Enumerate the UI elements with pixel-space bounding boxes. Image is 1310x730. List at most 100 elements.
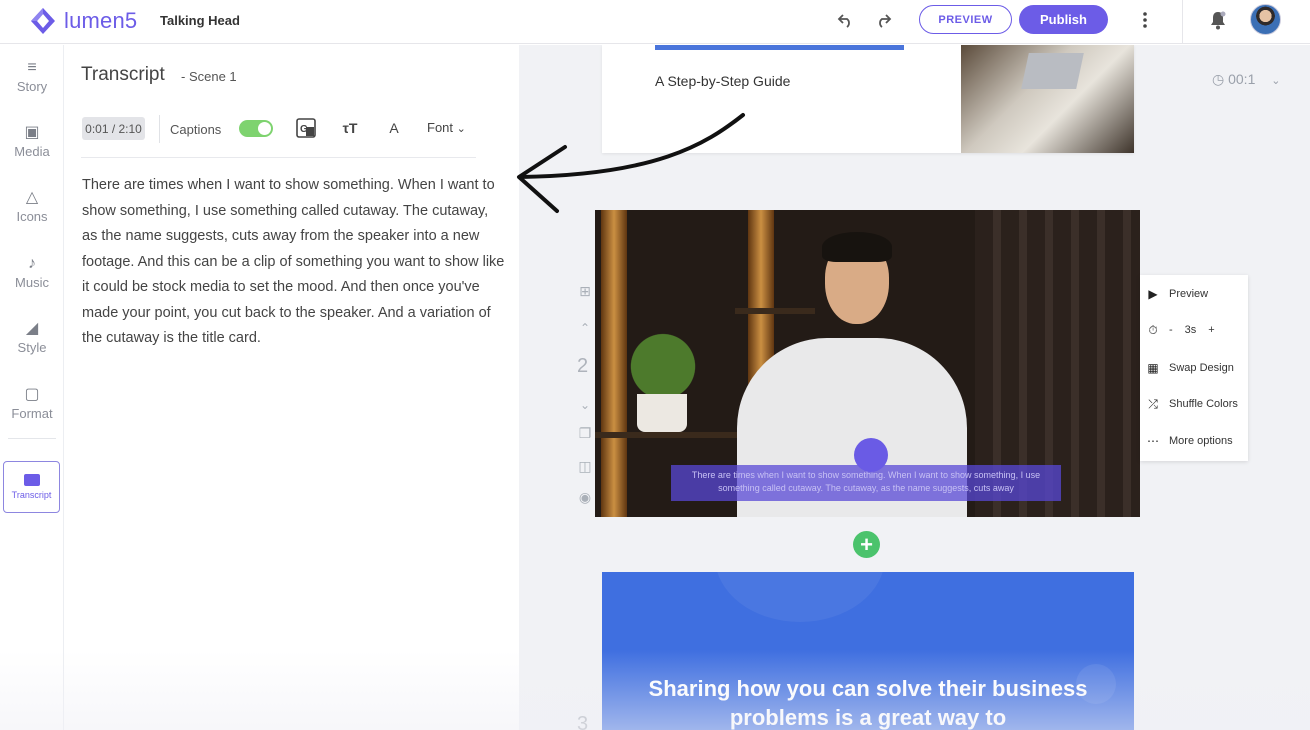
add-media-icon[interactable]: ⊞ bbox=[575, 283, 595, 300]
transcript-toolbar: 0:01 / 2:10 Captions G τT A Font ⌄ bbox=[81, 105, 491, 153]
move-down-icon[interactable]: ⌄ bbox=[575, 398, 595, 412]
notifications-button[interactable] bbox=[1207, 8, 1229, 32]
panel-title: Transcript bbox=[81, 64, 165, 85]
shelf bbox=[735, 308, 815, 314]
left-rail: ≡ Story ▣ Media △ Icons ♪ Music ◢ Style … bbox=[0, 45, 64, 730]
settings-icon[interactable]: ◉ bbox=[575, 489, 595, 506]
annotation-arrow-icon bbox=[517, 113, 745, 213]
scene-2-video[interactable]: There are times when I want to show some… bbox=[595, 210, 1140, 517]
duplicate-icon[interactable]: ❐ bbox=[575, 425, 595, 442]
clock-icon: ◷ bbox=[1212, 71, 1225, 87]
rail-item-media[interactable]: ▣ Media bbox=[0, 114, 64, 169]
undo-icon bbox=[837, 14, 850, 28]
rail-item-label: Media bbox=[14, 143, 50, 159]
cursor-indicator bbox=[854, 438, 888, 472]
decorative-circle bbox=[715, 572, 885, 622]
toolbar-underline bbox=[81, 157, 476, 158]
duration-minus-button[interactable]: - bbox=[1169, 324, 1173, 336]
style-icon: ◢ bbox=[25, 319, 39, 337]
transcript-text[interactable]: There are times when I want to show some… bbox=[82, 173, 507, 352]
shuffle-icon: ⤮ bbox=[1148, 396, 1158, 411]
transcript-icon bbox=[23, 474, 40, 486]
time-display: 0:01 / 2:10 bbox=[82, 117, 145, 140]
bell-icon bbox=[1211, 11, 1226, 30]
lumen5-logo-icon bbox=[31, 8, 55, 34]
transcript-panel: Transcript - Scene 1 0:01 / 2:10 Caption… bbox=[65, 45, 519, 730]
toolbar-divider bbox=[159, 115, 160, 143]
move-up-icon[interactable]: ⌃ bbox=[575, 321, 595, 335]
rail-divider bbox=[8, 438, 56, 439]
rail-item-music[interactable]: ♪ Music bbox=[0, 245, 64, 300]
rail-item-label: Icons bbox=[16, 208, 48, 224]
timecode-value: 00:1 bbox=[1228, 71, 1256, 87]
preview-menu-item[interactable]: ▶ Preview bbox=[1143, 283, 1247, 305]
text-size-icon: τT bbox=[342, 120, 358, 136]
format-icon: ▢ bbox=[24, 385, 40, 403]
menu-label: More options bbox=[1169, 435, 1233, 447]
captions-label: Captions bbox=[170, 122, 222, 137]
scene-number: 3 bbox=[577, 713, 589, 730]
stopwatch-icon: ⏱ bbox=[1148, 322, 1158, 337]
scene-1-accent-bar bbox=[655, 45, 904, 50]
rail-item-format[interactable]: ▢ Format bbox=[0, 376, 64, 431]
shelf bbox=[595, 432, 760, 438]
delete-icon[interactable]: ◫ bbox=[575, 458, 595, 475]
top-bar: lumen5 Talking Head PREVIEW Publish bbox=[0, 0, 1310, 44]
app-name: lumen5 bbox=[64, 8, 138, 33]
undo-button[interactable] bbox=[835, 9, 857, 31]
rail-item-style[interactable]: ◢ Style bbox=[0, 310, 64, 365]
chevron-down-icon: ⌄ bbox=[1271, 75, 1281, 87]
rail-item-icons[interactable]: △ Icons bbox=[0, 179, 64, 234]
more-vertical-icon bbox=[1143, 12, 1147, 28]
preview-button[interactable]: PREVIEW bbox=[919, 5, 1012, 34]
panel-subtitle: - Scene 1 bbox=[181, 69, 237, 84]
icons-icon: △ bbox=[25, 188, 39, 206]
scene-context-menu: ▶ Preview ⏱ - 3s + ▦ Swap Design ⤮ Shuff… bbox=[1140, 275, 1248, 461]
rail-item-label: Story bbox=[16, 78, 48, 94]
scene-3-card[interactable]: Sharing how you can solve their business… bbox=[602, 572, 1134, 730]
scene-timecode[interactable]: ◷ 00:1 ⌄ bbox=[1212, 71, 1280, 88]
scene-number: 2 bbox=[577, 355, 589, 377]
translate-button[interactable]: G bbox=[295, 117, 317, 139]
more-options-menu-item[interactable]: ⋯ More options bbox=[1143, 430, 1247, 452]
topbar-divider bbox=[1182, 0, 1183, 44]
font-dropdown-label: Font bbox=[427, 120, 454, 135]
redo-icon bbox=[879, 14, 892, 28]
rail-item-label: Music bbox=[15, 274, 49, 290]
user-avatar[interactable] bbox=[1250, 4, 1281, 35]
lumen5-logo[interactable]: lumen5 bbox=[28, 6, 137, 36]
speaker-hair bbox=[822, 232, 892, 262]
plus-icon: + bbox=[860, 531, 873, 557]
redo-button[interactable] bbox=[872, 9, 894, 31]
more-horizontal-icon: ⋯ bbox=[1147, 434, 1159, 448]
text-size-button[interactable]: τT bbox=[339, 117, 361, 139]
plant-pot bbox=[637, 394, 687, 432]
menu-label: Preview bbox=[1169, 288, 1209, 300]
text-color-button[interactable]: A bbox=[383, 117, 405, 139]
captions-toggle[interactable] bbox=[239, 120, 273, 137]
shuffle-colors-menu-item[interactable]: ⤮ Shuffle Colors bbox=[1143, 393, 1247, 415]
media-icon: ▣ bbox=[24, 123, 40, 141]
project-title[interactable]: Talking Head bbox=[160, 13, 240, 28]
scene-1-image bbox=[961, 45, 1134, 153]
swap-design-menu-item[interactable]: ▦ Swap Design bbox=[1143, 357, 1247, 379]
rail-item-transcript[interactable]: Transcript bbox=[3, 461, 60, 513]
chevron-down-icon: ⌄ bbox=[456, 123, 466, 135]
rail-item-story[interactable]: ≡ Story bbox=[0, 49, 64, 104]
scene-3-text: Sharing how you can solve their business… bbox=[648, 676, 1088, 730]
more-menu-button[interactable] bbox=[1135, 9, 1155, 31]
menu-label: Shuffle Colors bbox=[1169, 398, 1238, 410]
scene-1-text: A Step-by-Step Guide bbox=[655, 73, 791, 89]
font-dropdown[interactable]: Font ⌄ bbox=[427, 120, 466, 135]
publish-button[interactable]: Publish bbox=[1019, 5, 1108, 34]
music-icon: ♪ bbox=[28, 254, 36, 272]
text-color-icon: A bbox=[389, 120, 399, 136]
rail-item-label: Transcript bbox=[11, 490, 52, 500]
duration-plus-button[interactable]: + bbox=[1208, 324, 1214, 336]
duration-value: 3s bbox=[1184, 324, 1197, 336]
laptop-image-detail bbox=[1021, 53, 1084, 89]
add-scene-button[interactable]: + bbox=[853, 531, 880, 558]
translate-icon: G bbox=[296, 118, 316, 138]
plant bbox=[613, 316, 713, 400]
play-icon: ▶ bbox=[1148, 287, 1158, 301]
